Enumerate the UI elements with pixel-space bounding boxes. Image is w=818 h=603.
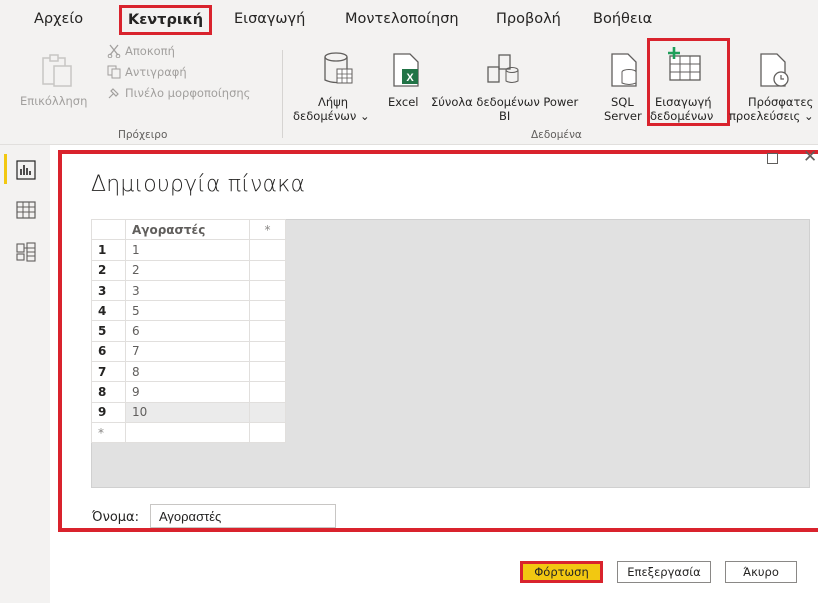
close-icon[interactable]: ✕ — [803, 147, 817, 167]
powerbi-datasets-button[interactable]: Σύνολα δεδομένων Power — [431, 95, 578, 109]
empty-cell[interactable] — [249, 361, 286, 383]
new-row-cell[interactable] — [125, 421, 250, 444]
empty-cell[interactable] — [249, 340, 286, 363]
row-number: 9 — [91, 401, 126, 423]
ribbon-separator — [282, 50, 283, 138]
active-view-indicator — [4, 154, 7, 184]
sql-server-button[interactable]: SQL — [611, 95, 634, 109]
format-painter-label: Πινέλο μορφοποίησης — [125, 86, 251, 100]
cell[interactable]: 2 — [125, 259, 250, 281]
scissors-icon — [107, 44, 121, 58]
data-group-label: Δεδομένα — [531, 129, 582, 141]
cancel-button[interactable]: Άκυρο — [725, 561, 797, 583]
column-header[interactable]: Αγοραστές — [125, 218, 250, 241]
paste-button[interactable]: Επικόλληση — [20, 94, 87, 108]
empty-cell[interactable] — [249, 239, 286, 261]
tab-insert[interactable]: Εισαγωγή — [234, 11, 305, 27]
table-row: 5 6 — [91, 320, 286, 342]
cell[interactable]: 10 — [125, 401, 250, 423]
new-row-marker: * — [91, 421, 126, 444]
get-data-button[interactable]: δεδομένων ⌄ — [293, 109, 370, 123]
enter-data-highlight — [647, 38, 730, 126]
table-row: 7 8 — [91, 361, 286, 383]
name-input[interactable] — [150, 504, 336, 528]
new-row: * — [91, 421, 286, 444]
cell[interactable]: 9 — [125, 381, 250, 403]
table-row: 2 2 — [91, 259, 286, 281]
paste-icon — [42, 54, 72, 87]
tab-home[interactable]: Κεντρική — [119, 5, 213, 35]
load-button[interactable]: Φόρτωση — [520, 561, 603, 583]
cell[interactable]: 7 — [125, 340, 250, 363]
empty-cell[interactable] — [249, 259, 286, 281]
corner-cell — [91, 218, 126, 241]
tab-file[interactable]: Αρχείο — [34, 11, 83, 27]
copy-label: Αντιγραφή — [125, 65, 187, 79]
name-label: Όνομα: — [92, 510, 139, 525]
dialog-title: Δημιουργία πίνακα — [91, 172, 306, 197]
excel-icon: X — [393, 53, 419, 87]
tab-help[interactable]: Βοήθεια — [593, 11, 652, 27]
row-number: 1 — [91, 239, 126, 261]
add-column-cell[interactable]: * — [249, 218, 286, 241]
powerbi-datasets-icon — [487, 54, 519, 83]
copy-icon — [107, 65, 121, 79]
empty-cell[interactable] — [249, 320, 286, 342]
row-number: 5 — [91, 320, 126, 342]
report-view-icon[interactable] — [16, 160, 36, 180]
row-number: 6 — [91, 340, 126, 363]
clipboard-group-label: Πρόχειρο — [118, 129, 168, 141]
table-row: 1 1 — [91, 239, 286, 261]
cut-label: Αποκοπή — [125, 44, 175, 58]
table-row: 4 5 — [91, 300, 286, 322]
new-row-extra-cell[interactable] — [249, 421, 286, 444]
empty-cell[interactable] — [249, 401, 286, 423]
cell[interactable]: 5 — [125, 300, 250, 322]
copy-button[interactable]: Αντιγραφή — [107, 65, 187, 79]
empty-cell[interactable] — [249, 381, 286, 403]
powerbi-datasets-line2: BI — [499, 109, 511, 123]
table-row: 3 3 — [91, 279, 286, 302]
header-row: Αγοραστές * — [91, 218, 286, 241]
get-data-icon — [324, 52, 353, 84]
tab-modeling[interactable]: Μοντελοποίηση — [345, 11, 459, 27]
table-row: 8 9 — [91, 381, 286, 403]
row-number: 3 — [91, 279, 126, 302]
model-view-icon[interactable] — [16, 242, 36, 262]
cell[interactable]: 3 — [125, 279, 250, 302]
cell[interactable]: 8 — [125, 361, 250, 383]
format-painter-button[interactable]: Πινέλο μορφοποίησης — [107, 86, 250, 100]
format-painter-icon — [108, 88, 119, 99]
excel-button[interactable]: Excel — [388, 95, 418, 109]
row-number: 7 — [91, 361, 126, 383]
recent-sources-button[interactable]: Πρόσφατες — [748, 95, 813, 109]
data-table[interactable]: Αγοραστές * 1 1 2 2 3 3 4 5 5 6 6 7 7 8 … — [91, 218, 286, 444]
svg-text:X: X — [406, 72, 414, 84]
recent-sources-line2: προελεύσεις ⌄ — [729, 109, 814, 123]
cell[interactable]: 6 — [125, 320, 250, 342]
empty-cell[interactable] — [249, 300, 286, 322]
table-row-selected: 9 10 — [91, 401, 286, 423]
tab-view[interactable]: Προβολή — [496, 11, 561, 27]
edit-button[interactable]: Επεξεργασία — [617, 561, 711, 583]
row-number: 4 — [91, 300, 126, 322]
table-view-icon[interactable] — [16, 201, 36, 219]
get-data-line1: Λήψη — [318, 95, 349, 109]
sql-server-icon — [611, 53, 637, 87]
cut-button[interactable]: Αποκοπή — [107, 44, 175, 58]
ribbon: Αρχείο Κεντρική Εισαγωγή Μοντελοποίηση Π… — [0, 0, 818, 145]
table-row: 6 7 — [91, 340, 286, 363]
row-number: 8 — [91, 381, 126, 403]
maximize-icon[interactable] — [767, 153, 778, 164]
row-number: 2 — [91, 259, 126, 281]
recent-sources-icon — [760, 53, 789, 87]
sql-server-line2: Server — [604, 109, 642, 123]
cell[interactable]: 1 — [125, 239, 250, 261]
empty-cell[interactable] — [249, 279, 286, 302]
